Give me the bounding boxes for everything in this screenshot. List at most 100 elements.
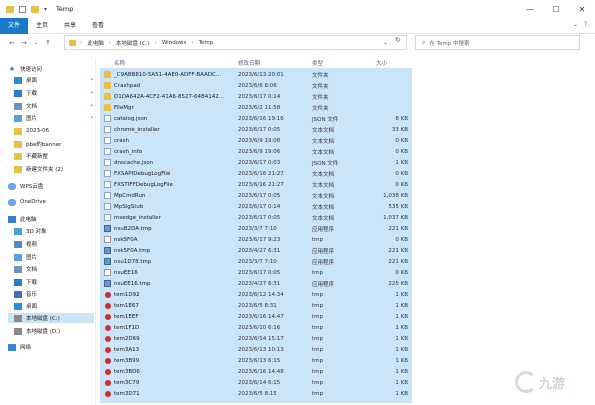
sidebar-item-pc-documents[interactable]: 文档 (14, 264, 37, 274)
sidebar-item-videos[interactable]: 视频 (14, 239, 37, 249)
file-name: crash_info (114, 148, 143, 155)
close-button[interactable]: ✕ (569, 0, 595, 18)
file-row[interactable]: dnscache.json 2023/6/17 0:03 JSON 文件 1 KB (100, 158, 412, 167)
breadcrumb-windows[interactable]: Windows (162, 40, 187, 46)
sidebar-item-drive-c[interactable]: 本地磁盘 (C:) (8, 313, 94, 323)
sidebar-item-documents[interactable]: 文档 ✦ (14, 101, 94, 111)
file-row[interactable]: tem1F1D 2023/6/10 6:16 tmp 1 KB (100, 323, 412, 332)
file-row[interactable]: tem3D71 2023/6/5 8:15 tmp 1 KB (100, 389, 412, 398)
file-row[interactable]: D1DA642A-4CF2-41A6-8527-64B4142... 2023/6… (100, 92, 412, 101)
file-date: 2023/6/17 0:14 (238, 93, 281, 100)
properties-icon[interactable] (19, 5, 26, 13)
breadcrumb-drive-c[interactable]: 本地磁盘 (C:) (116, 39, 150, 47)
up-arrow-icon[interactable]: ↑ (42, 39, 54, 47)
sidebar-item-desktop[interactable]: 桌面 ✦ (14, 75, 94, 85)
file-row[interactable]: tem1D92 2023/6/12 14:34 tmp 1 KB (100, 290, 412, 299)
file-size: 1 KB (395, 324, 408, 331)
tab-view[interactable]: 查看 (84, 18, 112, 34)
file-row[interactable]: tem1E67 2023/6/5 8:31 tmp 1 KB (100, 301, 412, 310)
file-size: 1 KB (395, 335, 408, 342)
column-date-modified[interactable]: 修改日期 (238, 59, 260, 67)
file-row[interactable]: tem3A13 2023/6/13 10:13 tmp 1 KB (100, 345, 412, 354)
new-folder-icon[interactable] (31, 5, 39, 13)
file-row[interactable]: Crashpad 2023/6/6 8:06 文件夹 (100, 81, 412, 90)
file-row[interactable]: FileMgr 2023/6/2 11:58 文件夹 (100, 103, 412, 112)
file-row[interactable]: tem3BD6 2023/6/16 14:48 tmp 1 KB (100, 367, 412, 376)
sidebar-item-music[interactable]: 音乐 (14, 289, 37, 299)
refresh-icon[interactable]: ↻ (395, 36, 401, 44)
file-row[interactable]: nsuEE16 2023/6/17 0:05 tmp 0 KB (100, 268, 412, 277)
breadcrumb-temp[interactable]: Temp (199, 40, 214, 46)
sidebar-quick-access[interactable]: ★ 快速访问 (8, 64, 42, 74)
breadcrumb-this-pc[interactable]: 此电脑 (87, 39, 104, 47)
address-field[interactable]: › 此电脑 › 本地磁盘 (C:) › Windows › Temp ⌄ (64, 35, 407, 50)
file-row[interactable]: MpSigStub 2023/6/17 0:14 文本文档 535 KB (100, 202, 412, 211)
file-row[interactable]: nsuEE16.tmp 2023/4/27 6:31 应用程序 225 KB (100, 279, 412, 288)
sidebar-item-downloads[interactable]: 下载 ✦ (14, 88, 94, 98)
sidebar-item-3d-objects[interactable]: 3D 对象 (14, 226, 46, 236)
file-name: crash (114, 137, 130, 144)
column-name[interactable]: 名称 (114, 59, 125, 67)
file-date: 2023/6/5 8:15 (238, 390, 277, 397)
sidebar-item-2023-06[interactable]: 2023-06 (14, 126, 49, 136)
folder-icon (14, 165, 22, 173)
file-size: 33 KB (391, 126, 408, 133)
file-size: 0 KB (395, 137, 408, 144)
file-row[interactable]: nsk5F0A.tmp 2023/4/27 6:31 应用程序 221 KB (100, 246, 412, 255)
tab-home[interactable]: 主页 (28, 18, 56, 34)
file-name: tem3D71 (114, 390, 140, 397)
watermark-logo-icon (515, 371, 537, 393)
sidebar-item-pc-downloads[interactable]: 下载 (14, 277, 37, 287)
file-date: 2023/6/9 19:08 (238, 137, 281, 144)
sidebar-item-pc-pictures[interactable]: 图片 (14, 252, 37, 262)
search-placeholder: 在 Temp 中搜索 (429, 40, 470, 47)
file-row[interactable]: _C9ABB810-5A51-4AE0-ADFF-BAADC... 2023/6/… (100, 70, 412, 79)
tab-file[interactable]: 文件 (0, 17, 29, 34)
file-row[interactable]: FXSAPIDebugLogFile 2023/6/16 21:27 文本文档 0 K… (100, 169, 412, 178)
file-type: 应用程序 (312, 281, 335, 288)
minimize-button[interactable]: — (517, 0, 543, 18)
file-row[interactable]: nsu1D78.tmp 2023/3/7 7:10 应用程序 221 KB (100, 257, 412, 266)
file-row[interactable]: crash 2023/6/9 19:08 文本文档 0 KB (100, 136, 412, 145)
file-date: 2023/6/16 14:47 (238, 313, 284, 320)
sidebar-onedrive[interactable]: OneDrive (8, 197, 46, 207)
sidebar-item-pbe-banner[interactable]: pbe的banner (14, 139, 61, 149)
file-row[interactable]: tem2D69 2023/6/14 15:17 tmp 1 KB (100, 334, 412, 343)
file-row[interactable]: catalog.json 2023/6/16 19:16 JSON 文件 8 KB (100, 114, 412, 123)
sidebar-item-pc-desktop[interactable]: 桌面 (14, 301, 37, 311)
search-field[interactable]: ⌕ 在 Temp 中搜索 (415, 35, 580, 50)
music-icon (14, 290, 22, 298)
sidebar-network[interactable]: 网络 (8, 342, 31, 352)
file-row[interactable]: chrome_installer 2023/6/17 0:05 文本文档 33 KB (100, 125, 412, 134)
address-dropdown-icon[interactable]: ⌄ (383, 39, 388, 46)
column-type[interactable]: 类型 (312, 59, 323, 67)
forward-arrow-icon[interactable]: → (18, 39, 30, 47)
file-size: 0 KB (395, 236, 408, 243)
file-row[interactable]: tem3B99 2023/6/13 6:15 tmp 1 KB (100, 356, 412, 365)
tab-share[interactable]: 共享 (56, 18, 84, 34)
file-row[interactable]: nsk5F0A 2023/6/17 9:23 tmp 0 KB (100, 235, 412, 244)
file-type: tmp (312, 291, 324, 298)
file-name: nsuEE16 (114, 269, 138, 276)
help-icon[interactable]: ? (584, 21, 587, 28)
file-date: 2023/6/5 8:31 (238, 302, 277, 309)
back-arrow-icon[interactable]: ← (6, 39, 18, 47)
sidebar-wps-cloud[interactable]: WPS云盘 (8, 181, 43, 191)
sidebar-item-pictures[interactable]: 图片 ✦ (14, 113, 94, 123)
file-row[interactable]: MpCmdRun 2023/6/17 0:05 文本文档 1,038 KB (100, 191, 412, 200)
expand-ribbon-icon[interactable]: ⌄ (573, 21, 578, 28)
file-row[interactable]: crash_info 2023/6/9 19:06 文本文档 0 KB (100, 147, 412, 156)
column-size[interactable]: 大小 (376, 59, 387, 67)
file-row[interactable]: tem1EEF 2023/6/16 14:47 tmp 1 KB (100, 312, 412, 321)
file-row[interactable]: FXSTIFFDebugLogFile 2023/6/16 21:27 文本文档 0 … (100, 180, 412, 189)
sidebar-item-folder-3[interactable]: 不藏新整 (14, 151, 48, 161)
sidebar-this-pc[interactable]: 此电脑 (8, 214, 37, 224)
file-row[interactable]: msedge_installer 2023/6/17 0:05 文本文档 1,037 … (100, 213, 412, 222)
file-row[interactable]: tem3C79 2023/6/14 6:15 tmp 1 KB (100, 378, 412, 387)
customize-toolbar-icon[interactable]: ▾ (44, 6, 47, 13)
maximize-button[interactable]: ☐ (543, 0, 569, 18)
recent-locations-icon[interactable]: ⌄ (30, 40, 42, 46)
sidebar-item-drive-d[interactable]: 本地磁盘 (D:) (14, 326, 60, 336)
sidebar-item-new-folder-2[interactable]: 新建文件夹 (2) (14, 164, 63, 174)
file-row[interactable]: nsuB2DA.tmp 2023/3/7 7:10 应用程序 221 KB (100, 224, 412, 233)
